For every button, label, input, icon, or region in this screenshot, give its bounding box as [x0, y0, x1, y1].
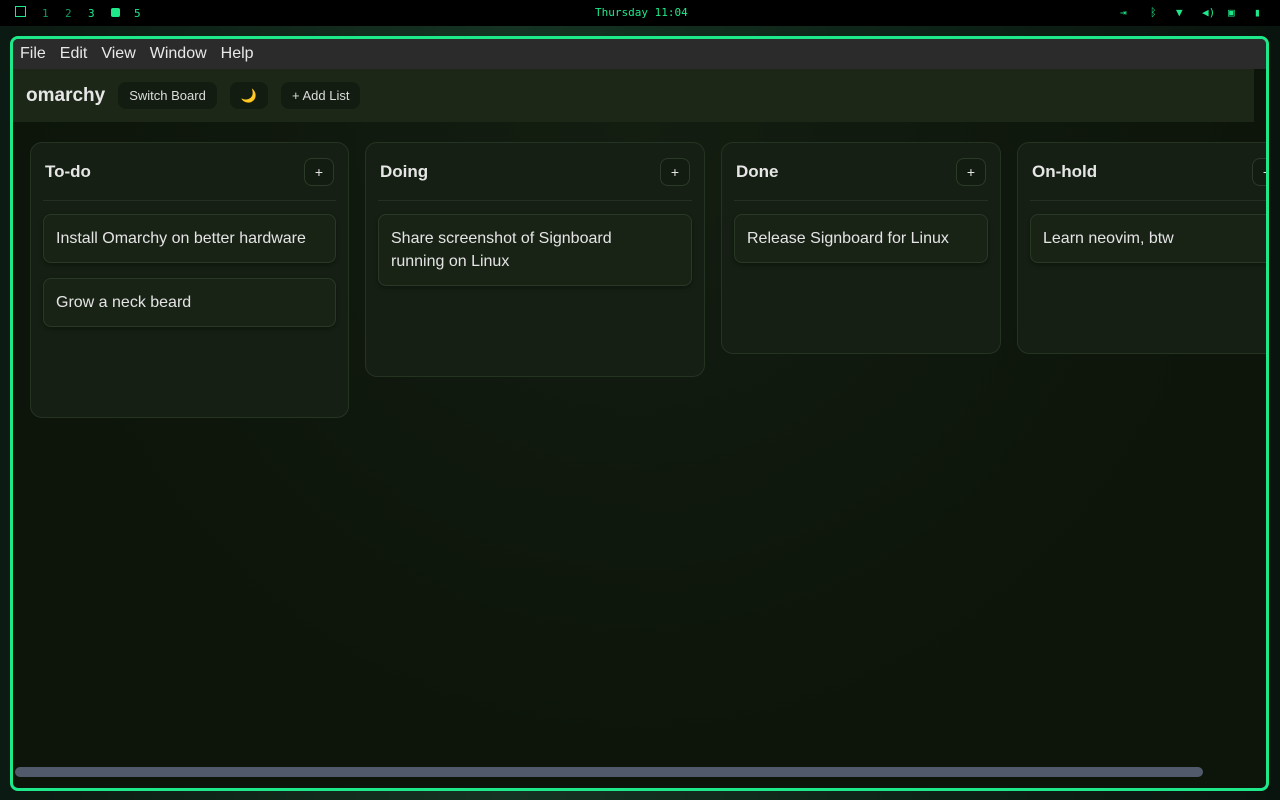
logout-icon[interactable]: ⇥ [1120, 6, 1127, 19]
theme-toggle-moon-icon[interactable]: 🌙 [229, 82, 268, 109]
card[interactable]: Learn neovim, btw [1030, 214, 1266, 263]
clock[interactable]: Thursday 11:04 [595, 6, 688, 19]
workspace-1[interactable]: 1 [42, 7, 49, 20]
add-card-button[interactable]: + [956, 157, 986, 186]
list-title: Doing [380, 161, 429, 181]
list-todo: To-do + Install Omarchy on better hardwar… [30, 142, 349, 418]
board-header: omarchy Switch Board 🌙 + Add List [13, 69, 1266, 122]
board: To-do + Install Omarchy on better hardwar… [13, 122, 1266, 762]
board-title: omarchy [26, 84, 106, 106]
switch-board-button[interactable]: Switch Board [118, 82, 217, 109]
list-done: Done + Release Signboard for Linux [721, 142, 1001, 354]
workspace-5[interactable]: 5 [134, 7, 141, 20]
card[interactable]: Grow a neck beard [43, 278, 336, 327]
list-title: To-do [45, 161, 91, 181]
menu-window[interactable]: Window [150, 45, 207, 63]
wifi-icon[interactable]: ▼ [1176, 6, 1183, 19]
launcher-icon[interactable] [15, 6, 26, 17]
menu-bar: File Edit View Window Help [13, 39, 1266, 69]
card[interactable]: Install Omarchy on better hardware [43, 214, 336, 263]
menu-view[interactable]: View [101, 45, 135, 63]
system-bar: 1 2 3 5 Thursday 11:04 ⇥ ᛒ ▼ ◀) ▣ ▮ [0, 0, 1280, 26]
list-title: Done [736, 161, 779, 181]
battery-icon[interactable]: ▮ [1254, 6, 1261, 19]
workspace-2[interactable]: 2 [65, 7, 72, 20]
volume-icon[interactable]: ◀) [1202, 6, 1215, 19]
horizontal-scrollbar[interactable] [15, 767, 1203, 777]
list-title: On-hold [1032, 161, 1098, 181]
add-card-button[interactable]: + [660, 157, 690, 186]
cpu-icon[interactable]: ▣ [1228, 6, 1235, 19]
add-card-button[interactable]: + [304, 157, 334, 186]
menu-file[interactable]: File [20, 45, 46, 63]
signboard-window: File Edit View Window Help omarchy Switc… [10, 36, 1269, 791]
card[interactable]: Share screenshot of Signboard running on… [378, 214, 692, 286]
bluetooth-icon[interactable]: ᛒ [1150, 6, 1157, 19]
list-on-hold: On-hold + Learn neovim, btw [1017, 142, 1266, 354]
list-doing: Doing + Share screenshot of Signboard run… [365, 142, 705, 377]
menu-edit[interactable]: Edit [60, 45, 88, 63]
add-list-button[interactable]: + Add List [280, 82, 361, 109]
workspace-4-active[interactable] [111, 8, 120, 17]
workspace-3[interactable]: 3 [88, 7, 95, 20]
card[interactable]: Release Signboard for Linux [734, 214, 988, 263]
add-card-button[interactable]: + [1252, 157, 1266, 186]
menu-help[interactable]: Help [221, 45, 254, 63]
